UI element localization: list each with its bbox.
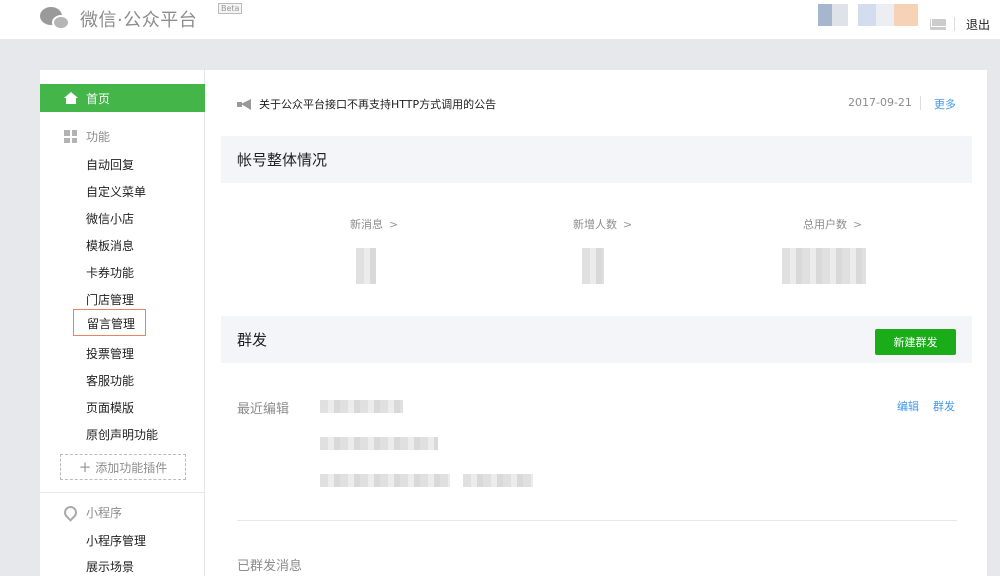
mail-icon[interactable] [930, 19, 946, 30]
new-mass-send-button[interactable]: 新建群发 [875, 329, 956, 355]
stat-value-redacted [782, 248, 866, 284]
sidebar-item-comment-management[interactable]: 留言管理 [73, 309, 146, 336]
stat-new-followers[interactable]: 新增人数 > [573, 216, 632, 232]
beta-badge: Beta [218, 3, 243, 14]
recent-line-redacted [463, 474, 533, 487]
sidebar-item-customer-service[interactable]: 客服功能 [86, 372, 134, 389]
account-overview-header: 帐号整体情况 [221, 136, 972, 183]
stat-label: 新增人数 [573, 218, 617, 231]
stat-value-redacted [356, 248, 376, 284]
sidebar: 首页 功能 自动回复 自定义菜单 微信小店 模板消息 卡券功能 门店管理 留言管… [40, 70, 205, 576]
chevron-right-icon: > [389, 218, 399, 231]
sent-messages-label: 已群发消息 [237, 559, 303, 574]
sidebar-item-custom-menu[interactable]: 自定义菜单 [86, 183, 146, 200]
speaker-icon [237, 98, 253, 110]
stat-label: 新消息 [350, 218, 383, 231]
sidebar-item-template-message[interactable]: 模板消息 [86, 237, 134, 254]
sidebar-item-original-declaration[interactable]: 原创声明功能 [86, 426, 158, 443]
sidebar-item-coupons[interactable]: 卡券功能 [86, 264, 134, 281]
logo-text: 微信·公众平台 [80, 10, 198, 31]
sidebar-section-features: 功能 [64, 128, 110, 145]
sidebar-section-mini-program: 小程序 [61, 503, 123, 522]
content-divider [237, 520, 957, 521]
recent-title-redacted [320, 400, 403, 413]
main-container: 首页 功能 自动回复 自定义菜单 微信小店 模板消息 卡券功能 门店管理 留言管… [40, 70, 987, 576]
stat-value-redacted [582, 248, 604, 284]
stat-total-users[interactable]: 总用户数 > [803, 216, 862, 232]
sidebar-item-mini-program-management[interactable]: 小程序管理 [86, 532, 146, 549]
chevron-right-icon: > [623, 218, 633, 231]
plus-icon: + [78, 458, 92, 476]
sidebar-item-wechat-store[interactable]: 微信小店 [86, 210, 134, 227]
logo[interactable]: 微信·公众平台 [40, 5, 197, 33]
section-title: 功能 [86, 130, 111, 144]
sidebar-item-page-template[interactable]: 页面模版 [86, 399, 134, 416]
sidebar-item-label: 首页 [86, 91, 111, 106]
sidebar-item-showcase[interactable]: 展示场景 [86, 558, 134, 575]
sidebar-item-home[interactable]: 首页 [40, 84, 205, 112]
mass-send-header: 群发 [221, 316, 972, 363]
section-title: 小程序 [86, 506, 123, 520]
sidebar-item-store-management[interactable]: 门店管理 [86, 291, 134, 308]
sidebar-divider [40, 492, 205, 493]
chevron-right-icon: > [853, 218, 863, 231]
panel-title: 帐号整体情况 [237, 151, 328, 169]
recent-edit-label: 最近编辑 [237, 402, 290, 417]
panel-title: 群发 [237, 331, 268, 349]
add-plugin-label: 添加功能插件 [95, 460, 168, 475]
header-divider [954, 17, 955, 31]
account-avatar[interactable] [818, 4, 918, 26]
stat-label: 总用户数 [803, 218, 847, 231]
sidebar-item-auto-reply[interactable]: 自动回复 [86, 156, 134, 173]
send-link[interactable]: 群发 [933, 398, 955, 414]
more-link[interactable]: 更多 [934, 96, 956, 112]
wechat-logo-icon [40, 5, 74, 33]
announcement-divider [920, 96, 921, 110]
recent-line-redacted [320, 437, 438, 450]
stat-new-messages[interactable]: 新消息 > [350, 216, 398, 232]
top-bar: 微信·公众平台 Beta 退出 [0, 0, 1000, 40]
grid-icon [64, 130, 77, 143]
announcement-text: 关于公众平台接口不再支持HTTP方式调用的公告 [259, 98, 497, 111]
recent-line-redacted [320, 474, 450, 487]
edit-link[interactable]: 编辑 [897, 398, 919, 414]
sidebar-item-vote-management[interactable]: 投票管理 [86, 345, 134, 362]
announcement-date: 2017-09-21 [848, 96, 912, 109]
mini-program-icon [61, 503, 80, 522]
logout-link[interactable]: 退出 [966, 16, 990, 33]
announcement-link[interactable]: 关于公众平台接口不再支持HTTP方式调用的公告 [237, 96, 496, 112]
home-icon [64, 92, 78, 104]
add-plugin-button[interactable]: + 添加功能插件 [60, 454, 186, 480]
